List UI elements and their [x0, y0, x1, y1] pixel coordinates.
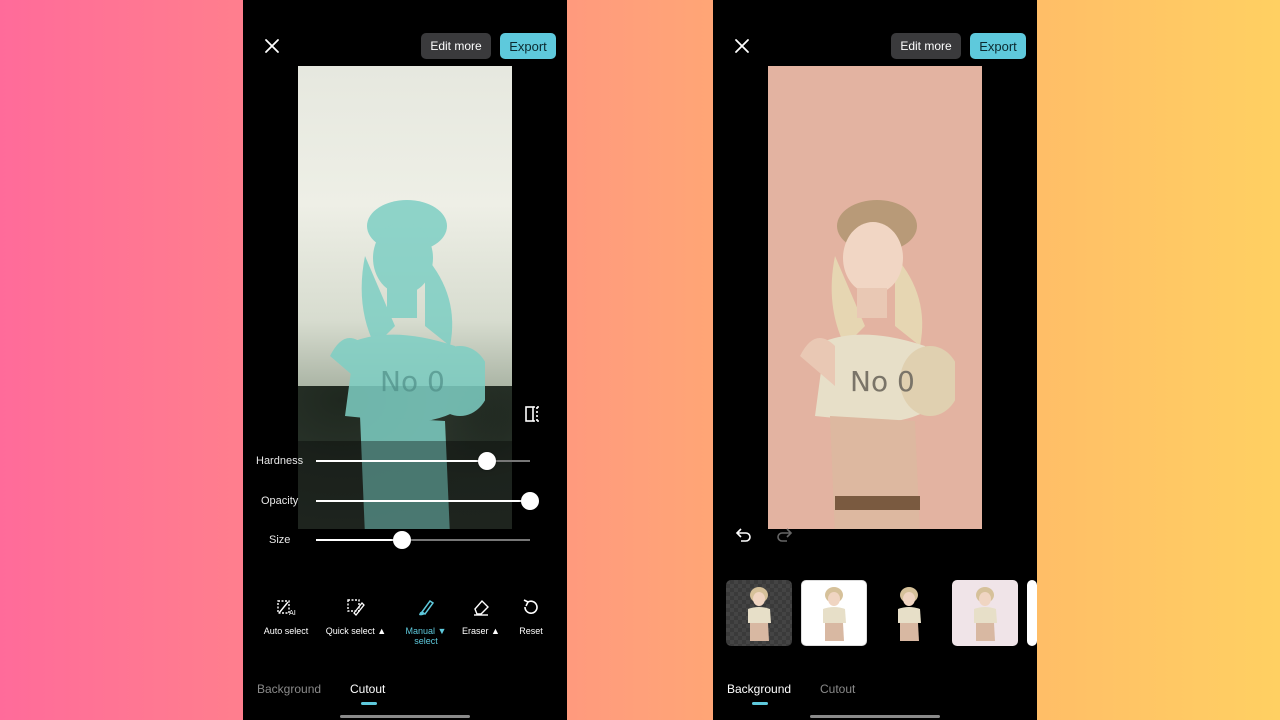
- close-icon[interactable]: [263, 37, 281, 55]
- bg-option-transparent[interactable]: [726, 580, 792, 646]
- export-button[interactable]: Export: [970, 33, 1026, 59]
- tool-label: Quick select ▲: [321, 626, 391, 636]
- tool-quick-select[interactable]: Quick select ▲: [321, 596, 391, 636]
- tab-background[interactable]: Background: [257, 682, 321, 696]
- size-thumb[interactable]: [393, 531, 411, 549]
- person-figure-cutout: No 0: [795, 196, 955, 529]
- quick-select-icon: [321, 596, 391, 618]
- tab-cutout[interactable]: Cutout: [350, 682, 385, 696]
- svg-text:No 0: No 0: [380, 365, 445, 398]
- opacity-thumb[interactable]: [521, 492, 539, 510]
- svg-text:AI: AI: [289, 609, 296, 617]
- hardness-slider[interactable]: [316, 460, 530, 462]
- home-indicator: [340, 715, 470, 718]
- redo-icon[interactable]: [775, 525, 793, 543]
- photo-canvas[interactable]: No 0: [768, 66, 982, 529]
- tab-cutout[interactable]: Cutout: [820, 682, 855, 696]
- size-slider[interactable]: [316, 539, 530, 541]
- active-tab-indicator: [752, 702, 768, 705]
- bg-option-black[interactable]: [876, 580, 942, 646]
- auto-select-icon: AI: [251, 596, 321, 618]
- opacity-slider-row: Opacity: [243, 491, 567, 511]
- size-slider-row: Size: [243, 530, 567, 550]
- hardness-thumb[interactable]: [478, 452, 496, 470]
- opacity-slider[interactable]: [316, 500, 530, 502]
- tab-background[interactable]: Background: [727, 682, 791, 696]
- edit-more-button[interactable]: Edit more: [891, 33, 961, 59]
- undo-icon[interactable]: [735, 525, 753, 543]
- compare-split-icon[interactable]: [523, 404, 543, 424]
- tool-label: Auto select: [251, 626, 321, 636]
- tool-label: Reset: [496, 626, 566, 636]
- home-indicator: [810, 715, 940, 718]
- close-icon[interactable]: [733, 37, 751, 55]
- tool-auto-select[interactable]: AI Auto select: [251, 596, 321, 636]
- edit-more-button[interactable]: Edit more: [421, 33, 491, 59]
- right-phone-screen: Edit more Export No 0: [713, 0, 1037, 720]
- left-phone-screen: Edit more Export No 0: [243, 0, 567, 720]
- background-options-row: [713, 580, 1037, 646]
- bg-option-white[interactable]: [801, 580, 867, 646]
- bg-option-partial[interactable]: [1027, 580, 1037, 646]
- hardness-slider-row: Hardness: [243, 451, 567, 471]
- svg-text:No 0: No 0: [850, 365, 915, 398]
- reset-icon: [496, 596, 566, 618]
- tool-reset[interactable]: Reset: [496, 596, 566, 636]
- bg-option-light-pink[interactable]: [952, 580, 1018, 646]
- export-button[interactable]: Export: [500, 33, 556, 59]
- active-tab-indicator: [361, 702, 377, 705]
